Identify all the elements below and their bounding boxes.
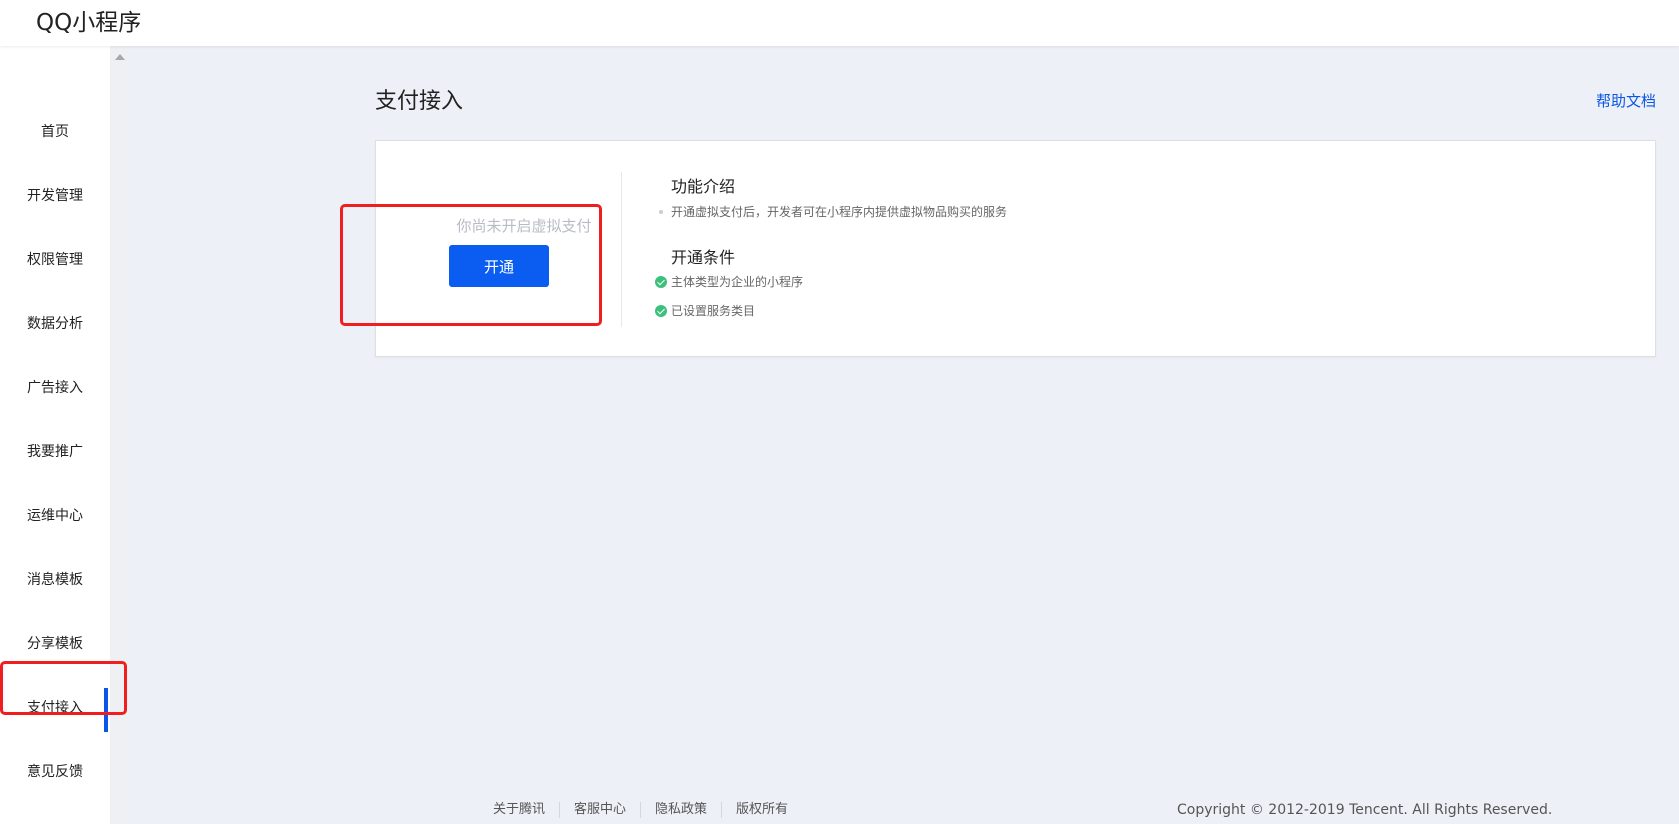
sidebar-item-ops-center[interactable]: 运维中心 [0, 496, 110, 536]
condition-item-text: 主体类型为企业的小程序 [671, 275, 804, 289]
app-title[interactable]: QQ小程序 [36, 3, 141, 37]
footer-link-support[interactable]: 客服中心 [559, 802, 640, 818]
footer-link-privacy[interactable]: 隐私政策 [640, 802, 721, 818]
intro-title: 功能介绍 [671, 177, 736, 196]
sidebar-item-dev-management[interactable]: 开发管理 [0, 176, 110, 216]
sidebar-item-ad-access[interactable]: 广告接入 [0, 368, 110, 408]
sidebar-item-permission-management[interactable]: 权限管理 [0, 240, 110, 280]
check-circle-icon [655, 304, 667, 317]
highlight-annotation-box [340, 204, 602, 326]
condition-item: 主体类型为企业的小程序 [655, 273, 803, 290]
intro-item-text: 开通虚拟支付后，开发者可在小程序内提供虚拟物品购买的服务 [671, 205, 1008, 219]
scroll-up-arrow-icon[interactable] [115, 54, 125, 60]
intro-item: 开通虚拟支付后，开发者可在小程序内提供虚拟物品购买的服务 [655, 203, 1007, 220]
sidebar-item-settings[interactable]: 设置 [0, 816, 110, 824]
top-bar: QQ小程序 [0, 0, 1679, 46]
highlight-annotation-nav [0, 661, 127, 715]
payment-card: 你尚未开启虚拟支付 开通 功能介绍 开通虚拟支付后，开发者可在小程序内提供虚拟物… [340, 140, 1656, 357]
condition-item-text: 已设置服务类目 [671, 304, 756, 318]
conditions-title: 开通条件 [671, 248, 736, 267]
page-title: 支付接入 [375, 89, 464, 114]
sidebar-item-share-template[interactable]: 分享模板 [0, 624, 110, 664]
copyright-text: Copyright © 2012-2019 Tencent. All Right… [1177, 802, 1553, 818]
help-docs-link[interactable]: 帮助文档 [1596, 90, 1656, 111]
condition-item: 已设置服务类目 [655, 302, 755, 319]
sidebar-item-message-template[interactable]: 消息模板 [0, 560, 110, 600]
footer-links: 关于腾讯 客服中心 隐私政策 版权所有 [493, 802, 802, 818]
sidebar-item-home[interactable]: 首页 [0, 112, 110, 152]
sidebar-item-promotion[interactable]: 我要推广 [0, 432, 110, 472]
sidebar-item-data-analysis[interactable]: 数据分析 [0, 304, 110, 344]
bullet-dot-icon [659, 209, 663, 214]
footer-link-about[interactable]: 关于腾讯 [493, 802, 559, 818]
card-divider [621, 172, 622, 327]
check-circle-icon [655, 275, 667, 288]
sidebar-item-feedback[interactable]: 意见反馈 [0, 752, 110, 792]
footer-link-copyright[interactable]: 版权所有 [721, 802, 802, 818]
